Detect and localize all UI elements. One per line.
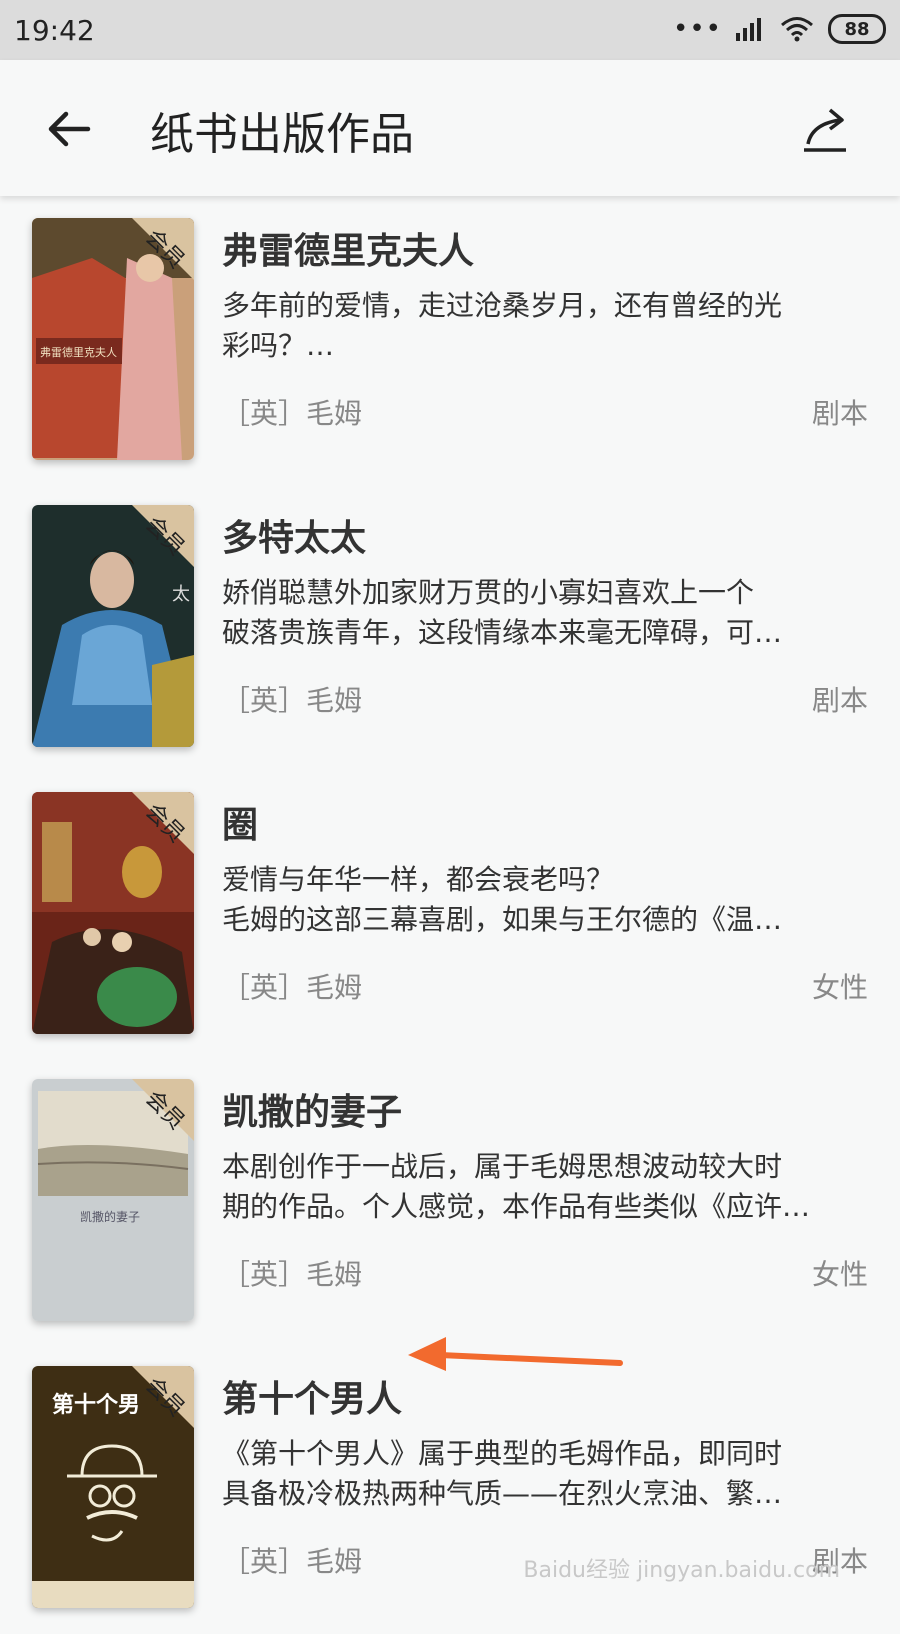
watermark: Baidu经验 jingyan.baidu.com [523, 1558, 840, 1583]
book-item[interactable]: 凯撒的妻子 会员 凯撒的妻子 本剧创作于一战后，属于毛姆思想波动较大时 期的作品… [0, 1057, 900, 1347]
app-header: 纸书出版作品 [0, 60, 900, 196]
signal-icon [736, 18, 761, 41]
status-icons: ••• 88 [673, 14, 886, 44]
cover-title: 凯撒的妻子 [80, 1209, 140, 1224]
book-category: 剧本 [811, 397, 868, 430]
cover-title: 第十个男 [52, 1392, 140, 1418]
book-category: 剧本 [811, 684, 868, 717]
book-author: ［英］毛姆 [222, 1258, 363, 1291]
annotation-arrow-icon [408, 1337, 623, 1371]
book-description: 《第十个男人》属于典型的毛姆作品，即同时 具备极冷极热两种气质——在烈火烹油、繁… [222, 1437, 783, 1510]
book-title[interactable]: 第十个男人 [222, 1370, 402, 1422]
status-bar: 19:42 ••• 88 [0, 0, 900, 60]
book-item[interactable]: 太 会员 多特太太 娇俏聪慧外加家财万贯的小寡妇喜欢上一个 破落贵族青年，这段情… [0, 483, 900, 773]
book-title[interactable]: 多特太太 [222, 509, 366, 561]
status-time: 19:42 [14, 14, 95, 47]
book-description: 娇俏聪慧外加家财万贯的小寡妇喜欢上一个 破落贵族青年，这段情缘本来毫无障碍，可… [222, 576, 783, 649]
book-cover[interactable]: 会员 [32, 792, 194, 1034]
book-description: 本剧创作于一战后，属于毛姆思想波动较大时 期的作品。个人感觉，本作品有些类似《应… [222, 1150, 811, 1223]
book-title[interactable]: 凯撒的妻子 [222, 1083, 402, 1135]
book-category: 女性 [811, 971, 868, 1004]
book-cover[interactable]: 太 会员 [32, 505, 194, 747]
book-item[interactable]: 弗雷德里克夫人 会员 弗雷德里克夫人 多年前的爱情，走过沧桑岁月，还有曾经的光 … [0, 196, 900, 486]
book-author: ［英］毛姆 [222, 971, 363, 1004]
cover-title: 太 [172, 584, 190, 605]
page-title: 纸书出版作品 [150, 109, 414, 160]
book-item[interactable]: 会员 圈 爱情与年华一样，都会衰老吗？ 毛姆的这部三幕喜剧，如果与王尔德的《温…… [0, 770, 900, 1060]
book-author: ［英］毛姆 [222, 1545, 363, 1578]
book-cover[interactable]: 第十个男 会员 [32, 1366, 194, 1608]
more-dots-icon: ••• [672, 14, 722, 44]
cover-title: 弗雷德里克夫人 [40, 345, 117, 359]
wifi-icon [781, 17, 813, 42]
share-icon[interactable] [800, 102, 852, 154]
book-author: ［英］毛姆 [222, 684, 363, 717]
book-description: 爱情与年华一样，都会衰老吗？ 毛姆的这部三幕喜剧，如果与王尔德的《温… [222, 863, 783, 936]
book-author: ［英］毛姆 [222, 397, 363, 430]
back-arrow-icon[interactable] [44, 104, 94, 154]
book-title[interactable]: 圈 [222, 796, 258, 848]
book-item[interactable]: 第十个男 会员 第十个男人 《第十个男人》属于典型的毛姆作品，即同时 具备极冷极… [0, 1344, 900, 1634]
battery-indicator: 88 [828, 14, 886, 44]
book-cover[interactable]: 凯撒的妻子 会员 [32, 1079, 194, 1321]
book-category: 女性 [811, 1258, 868, 1291]
book-cover[interactable]: 弗雷德里克夫人 会员 [32, 218, 194, 460]
book-description: 多年前的爱情，走过沧桑岁月，还有曾经的光 彩吗？… [222, 289, 783, 362]
book-title[interactable]: 弗雷德里克夫人 [222, 222, 474, 274]
